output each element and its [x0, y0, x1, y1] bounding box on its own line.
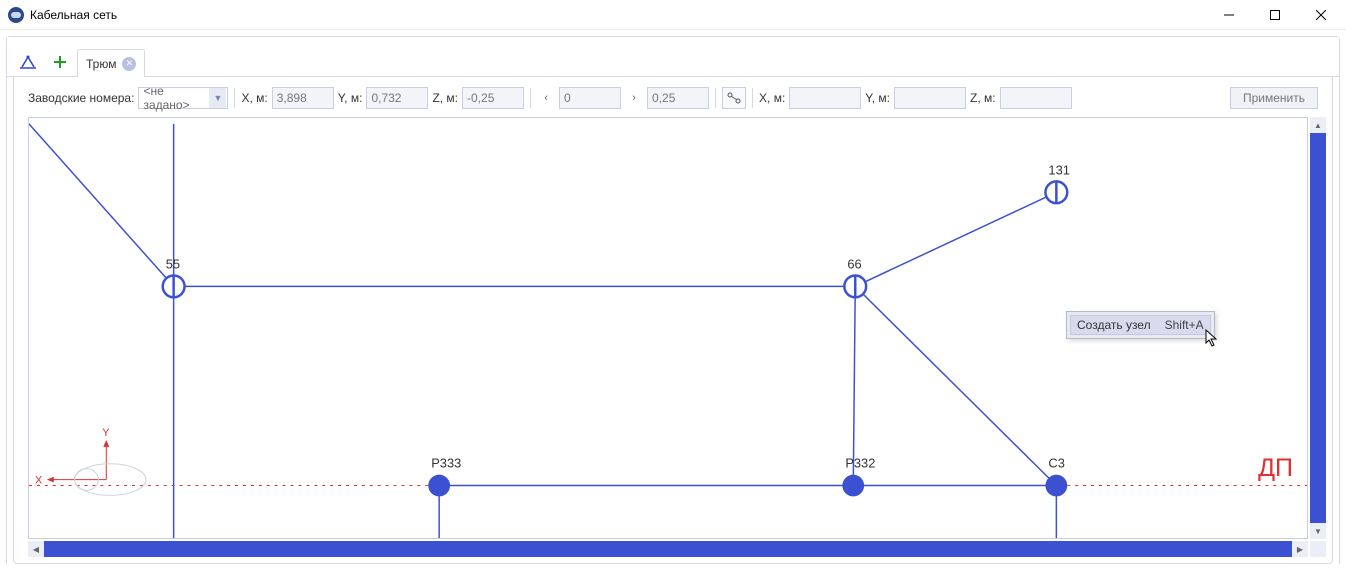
range-from-input[interactable]: [559, 87, 621, 109]
x-label: X, м:: [241, 91, 267, 105]
next-button[interactable]: ›: [625, 87, 643, 109]
link-tool-button[interactable]: [722, 87, 746, 109]
tab-label: Трюм: [86, 57, 116, 71]
scrollbar-corner: [1310, 541, 1326, 557]
y2-input[interactable]: [894, 87, 966, 109]
apply-button[interactable]: Применить: [1230, 87, 1318, 109]
window-controls: [1206, 0, 1344, 30]
scroll-down-icon[interactable]: ▼: [1310, 523, 1326, 539]
separator: [234, 88, 235, 108]
serial-select[interactable]: <не задано> ▼: [138, 87, 228, 109]
coord-toolbar: Заводские номера: <не задано> ▼ X, м: Y,…: [20, 83, 1326, 113]
context-menu[interactable]: Создать узел Shift+A: [1066, 311, 1215, 339]
context-menu-item-label: Создать узел: [1077, 318, 1151, 332]
maximize-button[interactable]: [1252, 0, 1298, 30]
maximize-icon: [1270, 10, 1280, 20]
y2-label: Y, м:: [865, 91, 890, 105]
app-icon: [8, 7, 24, 23]
z-input[interactable]: [462, 87, 524, 109]
tab-close-icon[interactable]: ✕: [122, 57, 136, 71]
svg-text:Y: Y: [102, 427, 110, 439]
horizontal-scrollbar[interactable]: ◀ ▶: [28, 541, 1308, 557]
z2-label: Z, м:: [970, 91, 996, 105]
dp-axis-label: ДП: [1258, 454, 1293, 483]
link-icon: [726, 91, 742, 105]
vscroll-thumb[interactable]: [1310, 133, 1326, 523]
scroll-up-icon[interactable]: ▲: [1310, 117, 1326, 133]
scroll-left-icon[interactable]: ◀: [28, 541, 44, 557]
close-icon: [1316, 10, 1326, 20]
window-title: Кабельная сеть: [30, 8, 1206, 22]
x2-label: X, м:: [759, 91, 785, 105]
separator: [715, 88, 716, 108]
separator: [752, 88, 753, 108]
y-label: Y, м:: [338, 91, 363, 105]
home-view-icon: [19, 54, 37, 70]
minimize-button[interactable]: [1206, 0, 1252, 30]
x2-input[interactable]: [789, 87, 861, 109]
chevron-down-icon: ▼: [209, 88, 226, 108]
svg-text:131: 131: [1048, 162, 1069, 177]
svg-text:X: X: [35, 475, 43, 487]
svg-text:С3: С3: [1048, 456, 1064, 471]
y-input[interactable]: [366, 87, 428, 109]
scroll-right-icon[interactable]: ▶: [1292, 541, 1308, 557]
tabstrip-container: Трюм ✕ Заводские номера: <не задано> ▼ X…: [6, 36, 1340, 564]
plus-icon: [53, 55, 67, 69]
svg-text:Р333: Р333: [431, 456, 461, 471]
z2-input[interactable]: [1000, 87, 1072, 109]
hscroll-thumb[interactable]: [44, 541, 1292, 557]
context-menu-item-create-node[interactable]: Создать узел Shift+A: [1070, 315, 1211, 335]
tabstrip: Трюм ✕: [7, 37, 1339, 77]
canvas-area: 55 66 131 Р333 Р332 С3 Y X ДП Создать узел Shif…: [20, 117, 1326, 557]
add-tab-button[interactable]: [45, 48, 75, 76]
range-to-input[interactable]: [647, 87, 709, 109]
separator: [530, 88, 531, 108]
serial-label: Заводские номера:: [28, 91, 134, 105]
tab-tryum[interactable]: Трюм ✕: [77, 49, 145, 77]
titlebar: Кабельная сеть: [0, 0, 1346, 30]
prev-button[interactable]: ‹: [537, 87, 555, 109]
vertical-scrollbar[interactable]: ▲ ▼: [1310, 117, 1326, 539]
svg-text:Р332: Р332: [845, 456, 875, 471]
z-label: Z, м:: [432, 91, 458, 105]
minimize-icon: [1224, 10, 1234, 20]
home-view-button[interactable]: [13, 48, 43, 76]
context-menu-item-shortcut: Shift+A: [1165, 318, 1204, 332]
svg-text:55: 55: [166, 257, 180, 272]
svg-text:66: 66: [847, 257, 861, 272]
x-input[interactable]: [272, 87, 334, 109]
close-button[interactable]: [1298, 0, 1344, 30]
serial-value: <не задано>: [143, 84, 209, 112]
main-panel: Заводские номера: <не задано> ▼ X, м: Y,…: [13, 77, 1333, 564]
diagram-canvas[interactable]: 55 66 131 Р333 Р332 С3 Y X ДП Создать узел Shif…: [28, 117, 1308, 539]
